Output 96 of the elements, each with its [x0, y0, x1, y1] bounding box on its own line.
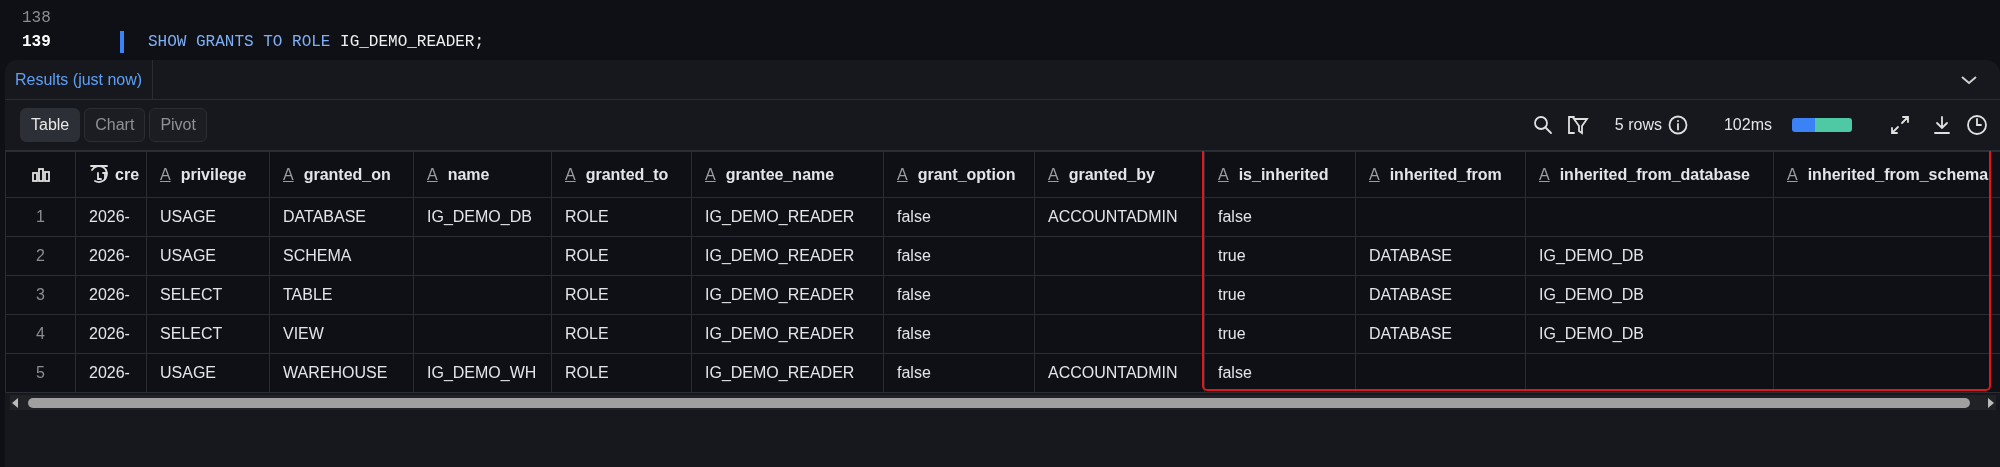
table-cell: DATABASE	[269, 197, 414, 237]
table-cell: SELECT	[146, 314, 270, 354]
column-header[interactable]: A grant_option	[883, 151, 1035, 198]
table-cell: false	[1204, 353, 1356, 393]
table-cell: false	[883, 275, 1035, 315]
table-cell: true	[1204, 314, 1356, 354]
table-cell: true	[1204, 236, 1356, 276]
table-cell: SELECT	[146, 275, 270, 315]
search-icon[interactable]	[1532, 115, 1553, 135]
table-cell: SCHEMA	[269, 236, 414, 276]
row-number: 5	[5, 353, 76, 393]
text-type-icon: A	[1369, 162, 1380, 187]
text-type-icon: A	[1539, 162, 1550, 187]
table-cell: false	[883, 353, 1035, 393]
table-cell: false	[883, 314, 1035, 354]
timing-bar	[1792, 118, 1852, 132]
code-line: SHOW GRANTS TO ROLE IG_DEMO_READER;	[148, 32, 485, 53]
text-type-icon: A	[1787, 162, 1798, 187]
scroll-left-icon[interactable]	[10, 396, 20, 409]
table-cell: USAGE	[146, 197, 270, 237]
download-icon[interactable]	[1932, 115, 1952, 135]
table-cell: IG_DEMO_READER	[691, 236, 884, 276]
table-cell: ROLE	[551, 314, 692, 354]
table-cell: IG_DEMO_READER	[691, 275, 884, 315]
results-tab[interactable]: Results (just now)	[5, 60, 154, 99]
text-type-icon: A	[283, 162, 294, 187]
table-cell: IG_DEMO_READER	[691, 197, 884, 237]
line-number: 138	[21, 8, 52, 29]
table-cell: IG_DEMO_DB	[1525, 236, 1774, 276]
column-header[interactable]: A inherited_from	[1355, 151, 1526, 198]
timestamp-type-icon	[89, 163, 109, 184]
view-tab[interactable]: Pivot	[149, 108, 207, 142]
table-cell: false	[1204, 197, 1356, 237]
text-type-icon: A	[897, 162, 908, 187]
table-cell: false	[883, 197, 1035, 237]
table-cell: 2026-	[75, 314, 147, 354]
column-header[interactable]: A inherited_from_schema	[1773, 151, 2000, 198]
scroll-right-icon[interactable]	[1986, 396, 1996, 409]
table-cell: ACCOUNTADMIN	[1034, 197, 1205, 237]
info-icon[interactable]	[1667, 115, 1688, 135]
column-header[interactable]: A granted_on	[269, 151, 414, 198]
line-number: 139	[21, 32, 52, 53]
table-cell: VIEW	[269, 314, 414, 354]
view-tab[interactable]: Chart	[84, 108, 146, 142]
table-cell: false	[883, 236, 1035, 276]
table-cell: DATABASE	[1355, 275, 1526, 315]
table-cell: USAGE	[146, 236, 270, 276]
column-header[interactable]: A granted_by	[1034, 151, 1205, 198]
expand-icon[interactable]	[1890, 115, 1910, 135]
table-cell: IG_DEMO_READER	[691, 314, 884, 354]
table-cell: 2026-	[75, 353, 147, 393]
row-count: 5 rows	[1614, 115, 1662, 135]
column-header[interactable]: A name	[413, 151, 552, 198]
text-type-icon: A	[705, 162, 716, 187]
table-cell: IG_DEMO_WH	[413, 353, 552, 393]
text-type-icon: A	[160, 162, 171, 187]
table-cell: USAGE	[146, 353, 270, 393]
table-cell: true	[1204, 275, 1356, 315]
table-cell: IG_DEMO_DB	[1525, 275, 1774, 315]
filter-icon[interactable]	[1566, 115, 1589, 135]
column-header[interactable]: cre	[75, 151, 147, 198]
table-cell: ROLE	[551, 275, 692, 315]
table-cell: ROLE	[551, 197, 692, 237]
history-icon[interactable]	[1966, 114, 1988, 136]
column-header[interactable]: A is_inherited	[1204, 151, 1356, 198]
table-cell: 2026-	[75, 236, 147, 276]
column-header[interactable]: A inherited_from_database	[1525, 151, 1774, 198]
text-type-icon: A	[427, 162, 438, 187]
table-cell: IG_DEMO_DB	[1525, 314, 1774, 354]
text-type-icon: A	[1218, 162, 1229, 187]
column-header[interactable]: A privilege	[146, 151, 270, 198]
table-cell: WAREHOUSE	[269, 353, 414, 393]
column-header[interactable]: A grantee_name	[691, 151, 884, 198]
table-cell: 2026-	[75, 275, 147, 315]
table-cell: TABLE	[269, 275, 414, 315]
table-cell: ROLE	[551, 236, 692, 276]
table-cell: IG_DEMO_READER	[691, 353, 884, 393]
scrollbar-thumb[interactable]	[28, 397, 1970, 408]
table-cell: ROLE	[551, 353, 692, 393]
horizontal-scrollbar[interactable]	[10, 395, 1996, 410]
text-type-icon: A	[565, 162, 576, 187]
row-number: 2	[5, 236, 76, 276]
table-cell: IG_DEMO_DB	[413, 197, 552, 237]
column-header[interactable]: A granted_to	[551, 151, 692, 198]
table-cell: DATABASE	[1355, 314, 1526, 354]
row-number: 3	[5, 275, 76, 315]
table-cell: 2026-	[75, 197, 147, 237]
table-cell: ACCOUNTADMIN	[1034, 353, 1205, 393]
query-duration: 102ms	[1723, 115, 1772, 135]
row-number: 1	[5, 197, 76, 237]
column-stats-icon[interactable]	[31, 168, 50, 183]
text-type-icon: A	[1048, 162, 1059, 187]
table-cell: DATABASE	[1355, 236, 1526, 276]
row-number: 4	[5, 314, 76, 354]
view-tab[interactable]: Table	[20, 108, 81, 142]
chevron-down-icon[interactable]	[1960, 73, 1978, 86]
